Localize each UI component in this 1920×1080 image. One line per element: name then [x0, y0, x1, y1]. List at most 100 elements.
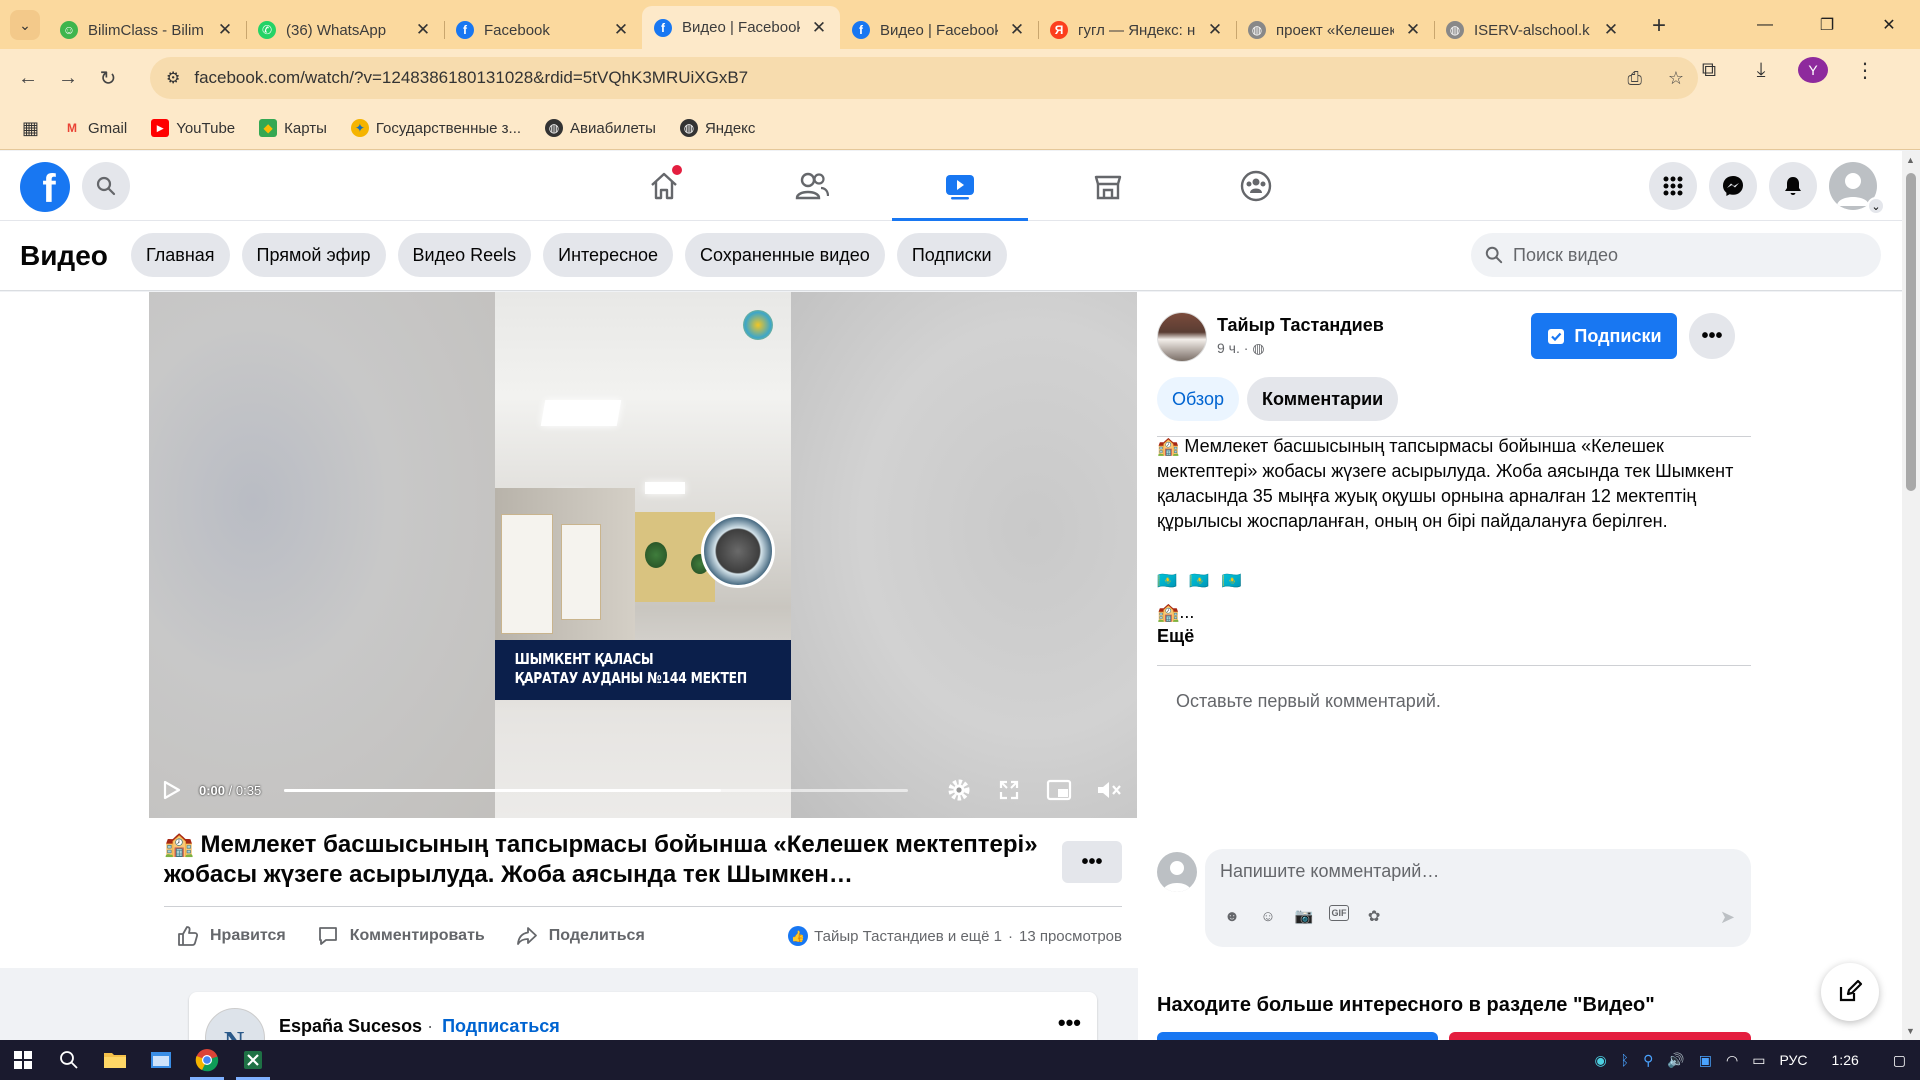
- new-tab-button[interactable]: +: [1652, 12, 1666, 40]
- bookmark-yandex[interactable]: ◍ Яндекс: [679, 119, 755, 137]
- sticker-icon[interactable]: ✿: [1363, 905, 1385, 927]
- bluetooth-icon[interactable]: ᛒ: [1621, 1052, 1629, 1068]
- page-scrollbar[interactable]: ▲ ▼: [1902, 151, 1920, 1040]
- pill-explore[interactable]: Интересное: [543, 233, 674, 277]
- back-arrow-icon[interactable]: ←: [8, 58, 48, 98]
- scroll-thumb[interactable]: [1906, 173, 1916, 491]
- send-icon[interactable]: ➤: [1720, 907, 1735, 928]
- browser-tab-active[interactable]: f Видео | Facebook ✕: [642, 6, 840, 49]
- feed-follow-link[interactable]: Подписаться: [442, 1016, 560, 1036]
- language-indicator[interactable]: РУС: [1779, 1052, 1807, 1068]
- app-window-icon[interactable]: [138, 1040, 184, 1080]
- explore-button-primary[interactable]: [1157, 1032, 1438, 1040]
- battery-icon[interactable]: ▭: [1752, 1052, 1765, 1069]
- reload-icon[interactable]: ↻: [88, 58, 128, 98]
- close-icon[interactable]: ✕: [1008, 20, 1026, 40]
- chrome-taskbar-icon[interactable]: [184, 1040, 230, 1080]
- close-icon[interactable]: ✕: [612, 20, 630, 40]
- minimize-icon[interactable]: —: [1734, 0, 1796, 49]
- close-icon[interactable]: ✕: [810, 18, 828, 38]
- tray-monitor-icon[interactable]: ▣: [1699, 1052, 1712, 1069]
- settings-gear-icon[interactable]: [945, 776, 973, 804]
- nav-tab-groups[interactable]: [1182, 151, 1330, 221]
- picture-in-picture-icon[interactable]: [1045, 776, 1073, 804]
- pill-home[interactable]: Главная: [131, 233, 230, 277]
- subscribe-button[interactable]: Подписки: [1531, 313, 1677, 359]
- chevron-down-icon[interactable]: ⌄: [1867, 197, 1885, 215]
- notification-center-icon[interactable]: ▢: [1893, 1052, 1906, 1069]
- windows-start-icon[interactable]: [0, 1040, 46, 1080]
- emoji-icon[interactable]: ☺: [1257, 905, 1279, 927]
- bookmark-aviabilety[interactable]: ◍ Авиабилеты: [545, 119, 656, 137]
- browser-tab[interactable]: ◍ ISERV-alschool.k ✕: [1434, 12, 1632, 48]
- author-more-button[interactable]: •••: [1689, 313, 1735, 359]
- bookmark-youtube[interactable]: ▶ YouTube: [151, 119, 235, 137]
- close-icon[interactable]: ✕: [1602, 20, 1620, 40]
- tab-search-button[interactable]: ⌄: [10, 10, 40, 40]
- close-window-icon[interactable]: ✕: [1858, 0, 1920, 49]
- nav-tab-friends[interactable]: [738, 151, 886, 221]
- video-search-input[interactable]: [1513, 244, 1843, 266]
- pill-saved[interactable]: Сохраненные видео: [685, 233, 885, 277]
- profile-avatar[interactable]: Y: [1798, 57, 1828, 83]
- facebook-logo[interactable]: f: [20, 162, 70, 212]
- author-name[interactable]: Тайыр Тастандиев: [1217, 315, 1384, 336]
- nav-tab-video[interactable]: [886, 151, 1034, 222]
- browser-tab[interactable]: ✆ (36) WhatsApp ✕: [246, 12, 444, 48]
- browser-tab[interactable]: ◍ проект «Келешек ✕: [1236, 12, 1434, 48]
- bookmark-gov[interactable]: ✦ Государственные з...: [350, 119, 521, 137]
- taskbar-search-icon[interactable]: [46, 1040, 92, 1080]
- apps-grid-icon[interactable]: ▦: [22, 118, 39, 139]
- bookmark-maps[interactable]: ◆ Карты: [259, 119, 327, 137]
- nav-tab-marketplace[interactable]: [1034, 151, 1182, 221]
- fb-search-button[interactable]: [82, 162, 130, 210]
- restore-icon[interactable]: ❐: [1796, 0, 1858, 49]
- menu-kebab-icon[interactable]: ⋮: [1850, 58, 1880, 83]
- new-message-button[interactable]: [1821, 963, 1879, 1021]
- comment-button[interactable]: Комментировать: [316, 916, 485, 956]
- feed-more-button[interactable]: •••: [1058, 1010, 1081, 1036]
- see-more-link[interactable]: Ещё: [1157, 626, 1194, 647]
- address-bar[interactable]: ⚙ facebook.com/watch/?v=1248386180131028…: [150, 57, 1698, 99]
- wifi-icon[interactable]: ◠: [1726, 1052, 1738, 1069]
- close-icon[interactable]: ✕: [1206, 20, 1224, 40]
- author-avatar[interactable]: [1157, 312, 1207, 362]
- download-icon[interactable]: ⤓: [1746, 59, 1776, 82]
- explore-button-live[interactable]: [1449, 1032, 1751, 1040]
- reactions-text[interactable]: Тайыр Тастандиев и ещё 1: [814, 928, 1002, 945]
- video-player[interactable]: ШЫМКЕНТ ҚАЛАСЫ ҚАРАТАУ АУДАНЫ №144 МЕКТЕ…: [149, 292, 1137, 818]
- install-app-icon[interactable]: ⎙: [1627, 68, 1641, 89]
- tab-comments[interactable]: Комментарии: [1247, 377, 1399, 421]
- volume-icon[interactable]: 🔊: [1667, 1052, 1684, 1069]
- site-info-icon[interactable]: ⚙: [166, 68, 180, 88]
- pill-reels[interactable]: Видео Reels: [397, 233, 532, 277]
- scroll-up-icon[interactable]: ▲: [1906, 155, 1915, 165]
- pill-live[interactable]: Прямой эфир: [241, 233, 386, 277]
- nav-tab-home[interactable]: [590, 151, 738, 221]
- scroll-down-icon[interactable]: ▼: [1906, 1026, 1915, 1036]
- feed-author-name[interactable]: España Sucesos: [279, 1016, 422, 1036]
- volume-muted-icon[interactable]: [1095, 776, 1123, 804]
- reactions-summary[interactable]: 👍 Тайыр Тастандиев и ещё 1 · 13 просмотр…: [788, 916, 1122, 956]
- comment-input[interactable]: [1220, 861, 1720, 882]
- close-icon[interactable]: ✕: [414, 20, 432, 40]
- video-progress-bar[interactable]: [284, 789, 908, 792]
- commenter-avatar[interactable]: [1157, 852, 1197, 892]
- camera-icon[interactable]: 📷: [1293, 905, 1315, 927]
- extensions-icon[interactable]: ⧉: [1694, 59, 1724, 82]
- excel-taskbar-icon[interactable]: [230, 1040, 276, 1080]
- fullscreen-icon[interactable]: [995, 776, 1023, 804]
- notifications-button[interactable]: [1769, 162, 1817, 210]
- clock[interactable]: 1:26: [1832, 1052, 1859, 1068]
- post-time[interactable]: 9 ч.: [1217, 340, 1240, 356]
- avatar-sticker-icon[interactable]: ☻: [1221, 905, 1243, 927]
- close-icon[interactable]: ✕: [1404, 20, 1422, 40]
- menu-button[interactable]: [1649, 162, 1697, 210]
- file-explorer-icon[interactable]: [92, 1040, 138, 1080]
- browser-tab[interactable]: f Facebook ✕: [444, 12, 642, 48]
- close-icon[interactable]: ✕: [216, 20, 234, 40]
- video-search-box[interactable]: [1471, 233, 1881, 277]
- tab-overview[interactable]: Обзор: [1157, 377, 1239, 421]
- pill-subscriptions[interactable]: Подписки: [896, 233, 1007, 277]
- share-button[interactable]: Поделиться: [515, 916, 645, 956]
